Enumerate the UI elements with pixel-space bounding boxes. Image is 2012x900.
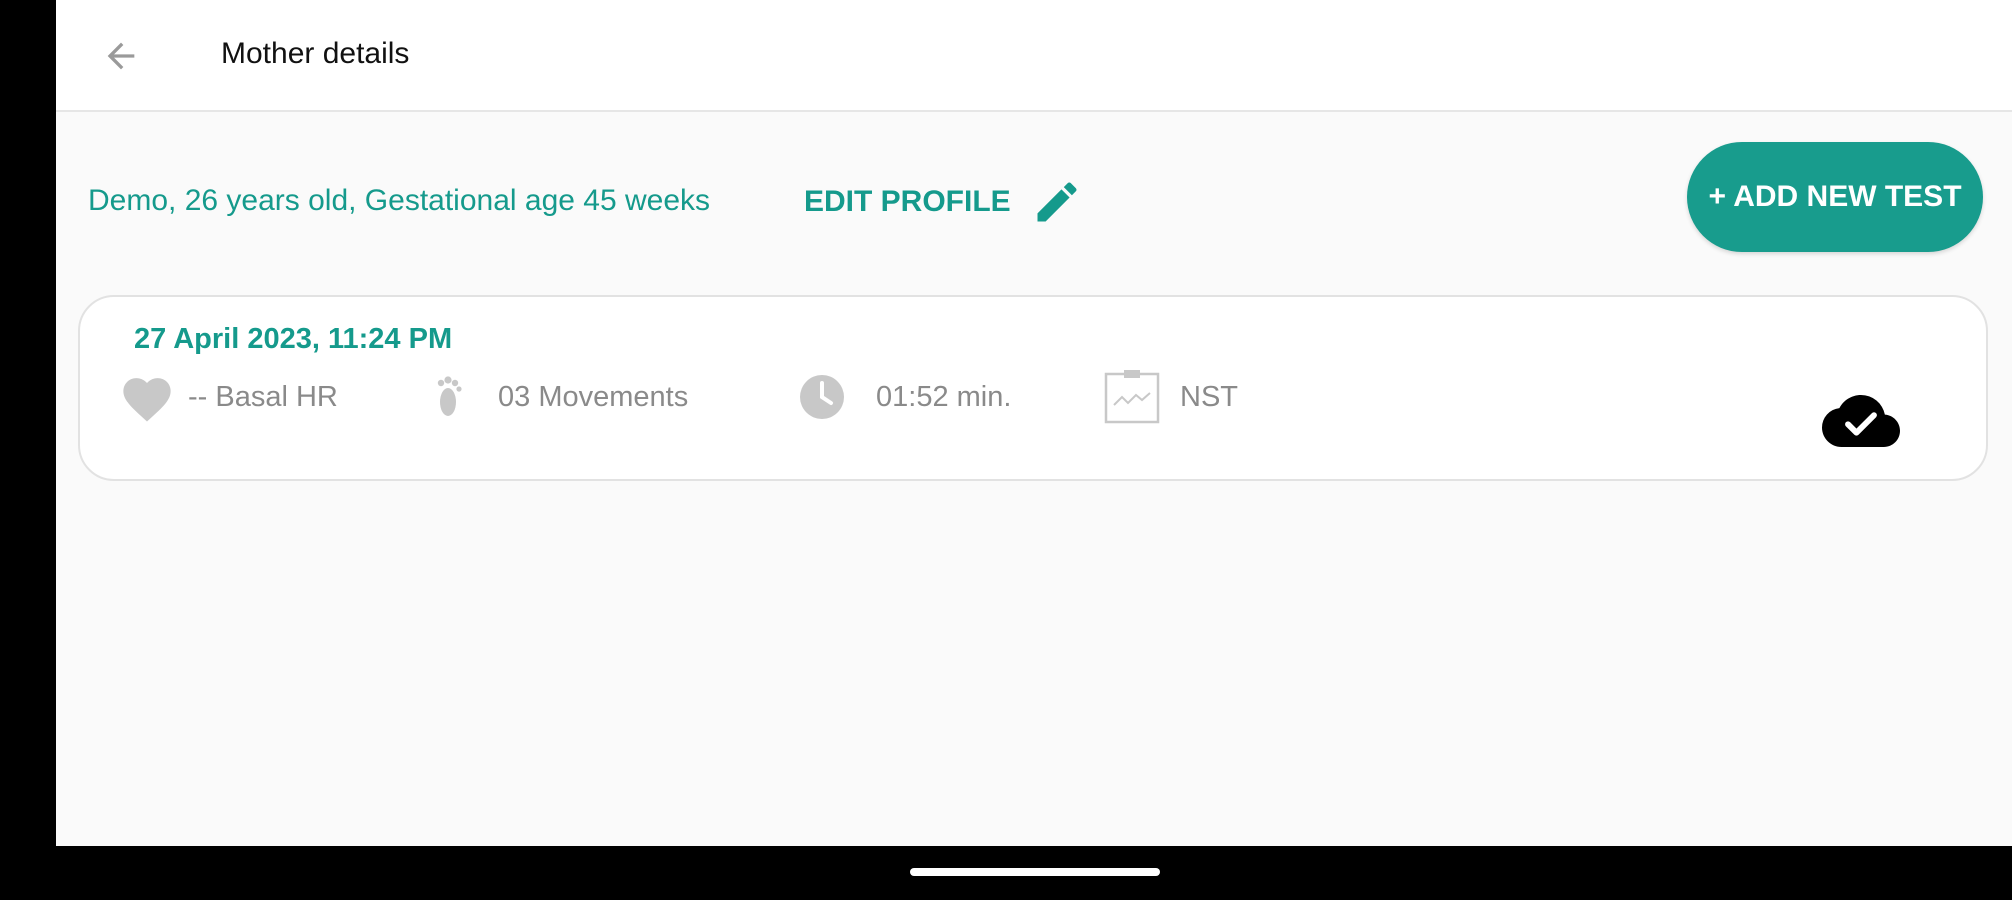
basal-hr-text: -- Basal HR (188, 380, 338, 413)
duration-stat: 01:52 min. (798, 372, 1011, 422)
app-screen: Mother details Demo, 26 years old, Gesta… (56, 0, 2012, 846)
duration-text: 01:52 min. (876, 380, 1012, 413)
cloud-done-icon (1822, 395, 1900, 447)
gesture-navigation-handle[interactable] (910, 868, 1160, 876)
mother-info-row: Demo, 26 years old, Gestational age 45 w… (88, 176, 710, 226)
heart-icon (118, 371, 176, 423)
arrow-back-icon (107, 42, 135, 70)
back-button[interactable] (96, 31, 146, 81)
edit-profile-button[interactable]: EDIT PROFILE (804, 176, 1083, 228)
app-bar: Mother details (56, 0, 2012, 112)
movements-stat: 03 Movements (430, 372, 688, 422)
footprint-icon (430, 372, 466, 422)
pencil-icon (1031, 176, 1083, 228)
add-new-test-button[interactable]: + ADD NEW TEST (1687, 142, 1983, 252)
test-date: 27 April 2023, 11:24 PM (134, 323, 453, 355)
test-card[interactable]: 27 April 2023, 11:24 PM -- Basal HR 03 M… (78, 295, 1988, 481)
edit-profile-label: EDIT PROFILE (804, 185, 1011, 218)
clipboard-chart-icon (1104, 369, 1162, 425)
test-type-stat: NST (1104, 369, 1238, 425)
test-type-text: NST (1180, 380, 1238, 413)
mother-info: Demo, 26 years old, Gestational age 45 w… (88, 184, 711, 217)
page-title: Mother details (221, 37, 410, 70)
clock-icon (798, 373, 846, 421)
basal-hr-stat: -- Basal HR (118, 372, 338, 422)
movements-text: 03 Movements (498, 380, 689, 413)
